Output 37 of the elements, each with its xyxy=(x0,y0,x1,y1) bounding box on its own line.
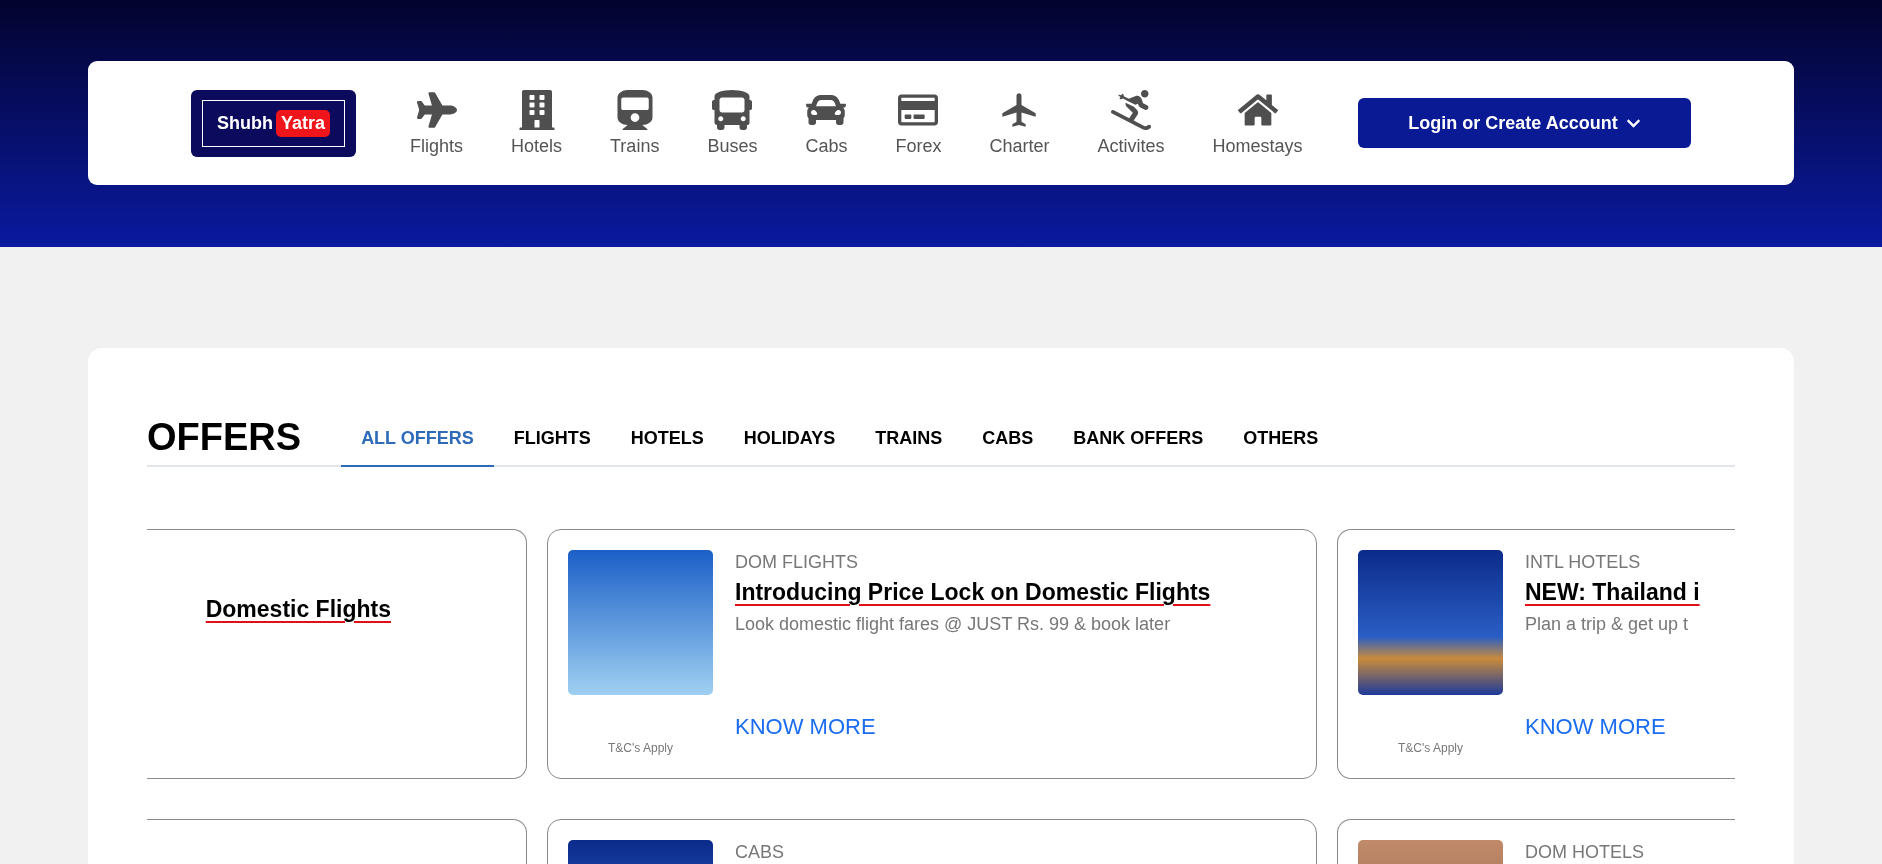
terms-note: T&C's Apply xyxy=(1398,741,1463,755)
offer-category: CABS xyxy=(735,842,785,863)
offer-description: Plan a trip & get up t xyxy=(1525,614,1690,635)
offer-tab[interactable]: TRAINS xyxy=(855,416,963,467)
airplane-icon xyxy=(416,89,457,130)
offer-title: Domestic Flights xyxy=(205,596,391,623)
nav-item[interactable]: Homestays xyxy=(1208,89,1307,157)
offer-title: Introducing Price Lock on Domestic Flights xyxy=(735,579,1211,606)
offer-category: DOM FLIGHTS xyxy=(735,552,859,573)
nav-item[interactable]: Activites xyxy=(1093,89,1169,157)
offer-title: NEW: Thailand i xyxy=(1525,579,1700,606)
nav-item[interactable]: Buses xyxy=(703,89,762,157)
skier-icon xyxy=(1111,89,1151,130)
offer-description: Look domestic flight fares @ JUST Rs. 99 & book later xyxy=(735,614,1172,635)
offer-category: INTL HOTELS xyxy=(1525,552,1642,573)
offer-tab[interactable]: BANK OFFERS xyxy=(1053,416,1224,467)
offer-tab[interactable]: HOLIDAYS xyxy=(723,416,856,467)
nav-item[interactable]: Trains xyxy=(606,89,664,157)
know-more-link[interactable]: KNOW MORE xyxy=(1525,714,1700,740)
know-more-link[interactable]: KNOW MORE xyxy=(735,714,1211,740)
offer-tab[interactable]: CABS xyxy=(962,416,1054,467)
login-button[interactable]: Login or Create Account xyxy=(1358,98,1691,148)
offer-tab[interactable]: HOTELS xyxy=(610,416,724,467)
offer-category: DOM HOTELS xyxy=(1525,842,1644,863)
offer-tab[interactable]: OTHERS xyxy=(1223,416,1339,467)
section-title: OFFERS xyxy=(147,416,302,459)
offer-tab[interactable]: ALL OFFERS xyxy=(341,416,494,467)
nav-item[interactable]: Hotels xyxy=(507,89,567,157)
bus-icon xyxy=(712,89,753,130)
train-icon xyxy=(614,89,655,130)
nav-item[interactable]: Flights xyxy=(406,89,467,157)
nav-item[interactable]: Charter xyxy=(985,89,1054,157)
terms-note: T&C's Apply xyxy=(608,741,673,755)
nav-item[interactable]: Forex xyxy=(891,89,946,157)
nav-item[interactable]: Cabs xyxy=(801,89,852,157)
offer-tab[interactable]: FLIGHTS xyxy=(493,416,611,467)
logo[interactable]: Shubh Yatra xyxy=(191,89,356,157)
